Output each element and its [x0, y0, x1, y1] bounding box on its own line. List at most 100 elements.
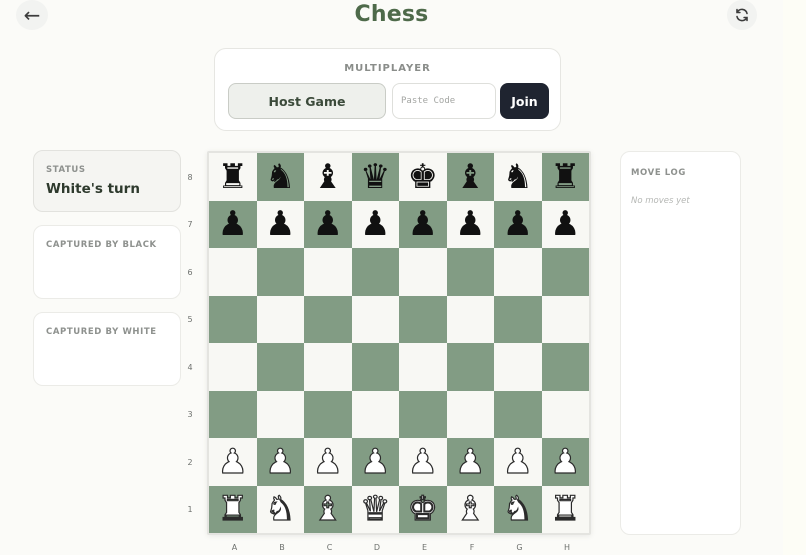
white-pawn-icon[interactable]: ♟	[549, 444, 581, 479]
square-d2[interactable]: ♟	[351, 438, 399, 486]
white-pawn-icon[interactable]: ♟	[407, 444, 439, 479]
white-king-icon[interactable]: ♚	[407, 492, 439, 527]
square-c7[interactable]: ♟	[304, 200, 352, 248]
square-e7[interactable]: ♟	[399, 200, 447, 248]
white-rook-icon[interactable]: ♜	[217, 492, 249, 527]
square-a3[interactable]	[209, 390, 257, 438]
square-b7[interactable]: ♟	[256, 200, 304, 248]
white-pawn-icon[interactable]: ♟	[454, 444, 486, 479]
square-d4[interactable]	[351, 343, 399, 391]
square-b2[interactable]: ♟	[256, 438, 304, 486]
square-f7[interactable]: ♟	[446, 200, 494, 248]
square-g3[interactable]	[494, 390, 542, 438]
square-b5[interactable]	[256, 295, 304, 343]
white-rook-icon[interactable]: ♜	[549, 492, 581, 527]
square-e8[interactable]: ♚	[399, 153, 447, 201]
square-d6[interactable]	[351, 248, 399, 296]
square-h7[interactable]: ♟	[541, 200, 589, 248]
black-pawn-icon[interactable]: ♟	[360, 207, 390, 241]
square-a6[interactable]	[209, 248, 257, 296]
white-pawn-icon[interactable]: ♟	[312, 444, 344, 479]
square-c6[interactable]	[304, 248, 352, 296]
square-g1[interactable]: ♞	[494, 485, 542, 533]
square-c5[interactable]	[304, 295, 352, 343]
square-c1[interactable]: ♝	[304, 485, 352, 533]
black-knight-icon[interactable]: ♞	[503, 160, 533, 194]
white-pawn-icon[interactable]: ♟	[359, 444, 391, 479]
square-a5[interactable]	[209, 295, 257, 343]
host-game-button[interactable]: Host Game	[228, 83, 386, 119]
black-bishop-icon[interactable]: ♝	[455, 160, 485, 194]
square-d8[interactable]: ♛	[351, 153, 399, 201]
black-rook-icon[interactable]: ♜	[550, 160, 580, 194]
square-f5[interactable]	[446, 295, 494, 343]
square-b3[interactable]	[256, 390, 304, 438]
square-f8[interactable]: ♝	[446, 153, 494, 201]
black-knight-icon[interactable]: ♞	[265, 160, 295, 194]
black-pawn-icon[interactable]: ♟	[218, 207, 248, 241]
black-pawn-icon[interactable]: ♟	[503, 207, 533, 241]
square-a4[interactable]	[209, 343, 257, 391]
black-pawn-icon[interactable]: ♟	[550, 207, 580, 241]
black-rook-icon[interactable]: ♜	[218, 160, 248, 194]
join-button[interactable]: Join	[500, 83, 549, 119]
square-e2[interactable]: ♟	[399, 438, 447, 486]
square-c3[interactable]	[304, 390, 352, 438]
square-e5[interactable]	[399, 295, 447, 343]
square-h5[interactable]	[541, 295, 589, 343]
white-queen-icon[interactable]: ♛	[359, 492, 391, 527]
white-pawn-icon[interactable]: ♟	[217, 444, 249, 479]
square-b8[interactable]: ♞	[256, 153, 304, 201]
square-d5[interactable]	[351, 295, 399, 343]
square-g7[interactable]: ♟	[494, 200, 542, 248]
square-f3[interactable]	[446, 390, 494, 438]
square-b4[interactable]	[256, 343, 304, 391]
square-f6[interactable]	[446, 248, 494, 296]
square-a7[interactable]: ♟	[209, 200, 257, 248]
white-knight-icon[interactable]: ♞	[264, 492, 296, 527]
square-d7[interactable]: ♟	[351, 200, 399, 248]
black-pawn-icon[interactable]: ♟	[408, 207, 438, 241]
square-e4[interactable]	[399, 343, 447, 391]
square-h8[interactable]: ♜	[541, 153, 589, 201]
white-bishop-icon[interactable]: ♝	[454, 492, 486, 527]
black-pawn-icon[interactable]: ♟	[313, 207, 343, 241]
square-e6[interactable]	[399, 248, 447, 296]
square-g6[interactable]	[494, 248, 542, 296]
square-g8[interactable]: ♞	[494, 153, 542, 201]
square-d1[interactable]: ♛	[351, 485, 399, 533]
white-knight-icon[interactable]: ♞	[502, 492, 534, 527]
black-pawn-icon[interactable]: ♟	[265, 207, 295, 241]
game-code-input[interactable]	[392, 83, 496, 119]
square-c8[interactable]: ♝	[304, 153, 352, 201]
square-h1[interactable]: ♜	[541, 485, 589, 533]
square-c2[interactable]: ♟	[304, 438, 352, 486]
black-bishop-icon[interactable]: ♝	[313, 160, 343, 194]
black-pawn-icon[interactable]: ♟	[455, 207, 485, 241]
square-b6[interactable]	[256, 248, 304, 296]
square-g4[interactable]	[494, 343, 542, 391]
square-a1[interactable]: ♜	[209, 485, 257, 533]
square-f1[interactable]: ♝	[446, 485, 494, 533]
square-d3[interactable]	[351, 390, 399, 438]
white-pawn-icon[interactable]: ♟	[502, 444, 534, 479]
white-bishop-icon[interactable]: ♝	[312, 492, 344, 527]
square-f4[interactable]	[446, 343, 494, 391]
square-a2[interactable]: ♟	[209, 438, 257, 486]
square-h6[interactable]	[541, 248, 589, 296]
square-g5[interactable]	[494, 295, 542, 343]
black-king-icon[interactable]: ♚	[408, 160, 438, 194]
square-h3[interactable]	[541, 390, 589, 438]
square-e3[interactable]	[399, 390, 447, 438]
square-h4[interactable]	[541, 343, 589, 391]
square-h2[interactable]: ♟	[541, 438, 589, 486]
square-a8[interactable]: ♜	[209, 153, 257, 201]
square-e1[interactable]: ♚	[399, 485, 447, 533]
square-f2[interactable]: ♟	[446, 438, 494, 486]
square-b1[interactable]: ♞	[256, 485, 304, 533]
black-queen-icon[interactable]: ♛	[360, 160, 390, 194]
square-c4[interactable]	[304, 343, 352, 391]
restart-button[interactable]	[727, 0, 757, 30]
white-pawn-icon[interactable]: ♟	[264, 444, 296, 479]
square-g2[interactable]: ♟	[494, 438, 542, 486]
